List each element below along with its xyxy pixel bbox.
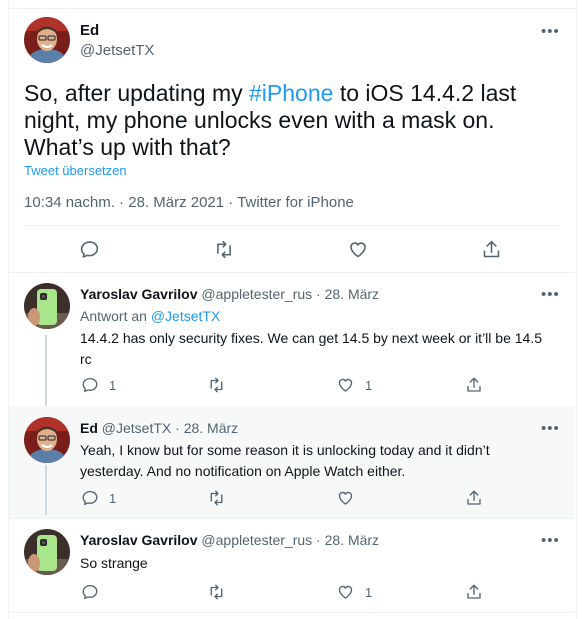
share-button[interactable] <box>465 489 483 507</box>
retweet-icon <box>210 377 223 393</box>
retweet-icon <box>217 240 231 259</box>
separator: · <box>175 420 180 436</box>
like-icon <box>338 491 353 505</box>
share-icon <box>483 240 500 258</box>
reply-text: Yeah, I know but for some reason it is u… <box>80 442 490 479</box>
divider <box>24 225 560 226</box>
top-border <box>8 8 576 9</box>
thread-line <box>45 335 47 410</box>
author-handle[interactable]: @JetsetTX <box>80 42 154 59</box>
share-button[interactable] <box>465 583 483 601</box>
reply-to-line: Antwort an @JetsetTX <box>80 308 220 324</box>
like-button[interactable] <box>336 489 355 507</box>
like-button[interactable]: 1 <box>336 376 372 394</box>
avatar-ed[interactable] <box>24 17 70 63</box>
separator: · <box>316 532 321 548</box>
reply-author-handle[interactable]: @JetsetTX <box>102 420 171 436</box>
reply-icon <box>82 377 98 393</box>
reply-author-handle[interactable]: @appletester_rus <box>201 532 312 548</box>
hashtag-link[interactable]: #iPhone <box>249 80 333 106</box>
like-icon <box>338 378 353 392</box>
share-icon <box>467 490 481 505</box>
retweet-button[interactable] <box>207 583 226 601</box>
avatar-ed[interactable] <box>24 417 70 463</box>
more-options-icon[interactable]: ••• <box>541 287 560 302</box>
like-icon <box>338 585 353 599</box>
retweet-button[interactable] <box>207 489 226 507</box>
reply-icon <box>80 241 99 258</box>
reply-author-name[interactable]: Yaroslav Gavrilov <box>80 532 198 548</box>
like-count: 1 <box>365 377 373 393</box>
reply-header: Yaroslav Gavrilov @appletester_rus · 28.… <box>80 532 379 548</box>
retweet-button[interactable] <box>207 376 226 394</box>
more-options-icon[interactable]: ••• <box>541 24 560 39</box>
like-button[interactable]: 1 <box>336 583 372 601</box>
thread-line <box>45 465 47 515</box>
share-button[interactable] <box>465 376 483 394</box>
reply-date[interactable]: 28. März <box>184 420 238 436</box>
divider <box>9 612 575 613</box>
reply-text: 14.4.2 has only security fixes. We can g… <box>80 330 542 367</box>
separator: · <box>316 286 321 302</box>
reply-icon <box>82 490 98 506</box>
reply-header: Yaroslav Gavrilov @appletester_rus · 28.… <box>80 286 379 302</box>
reply-to-handle-link[interactable]: @JetsetTX <box>151 308 220 324</box>
reply-count: 1 <box>109 377 117 393</box>
reply-author-handle[interactable]: @appletester_rus <box>201 286 312 302</box>
tweet-timestamp[interactable]: 10:34 nachm. · 28. März 2021 · Twitter f… <box>24 194 354 211</box>
more-options-icon[interactable]: ••• <box>541 421 560 436</box>
like-icon <box>350 242 366 258</box>
like-count: 1 <box>365 584 373 600</box>
reply-count: 1 <box>109 490 117 506</box>
translate-tweet-link[interactable]: Tweet übersetzen <box>24 163 127 178</box>
reply-button[interactable] <box>81 583 99 601</box>
reply-author-name[interactable]: Yaroslav Gavrilov <box>80 286 198 302</box>
reply-header: Ed @JetsetTX · 28. März <box>80 420 238 436</box>
divider <box>9 272 575 273</box>
reply-date[interactable]: 28. März <box>325 532 379 548</box>
author-name[interactable]: Ed <box>80 22 99 39</box>
reply-text: So strange <box>80 555 148 571</box>
share-icon <box>467 377 481 392</box>
more-options-icon[interactable]: ••• <box>541 533 560 548</box>
reply-icon <box>82 584 98 600</box>
reply-date[interactable]: 28. März <box>325 286 379 302</box>
avatar-yaroslav[interactable] <box>24 283 70 329</box>
avatar-yaroslav[interactable] <box>24 529 70 575</box>
reply-button[interactable] <box>79 239 100 260</box>
retweet-button[interactable] <box>213 239 235 260</box>
share-icon <box>467 584 481 599</box>
retweet-icon <box>210 490 223 506</box>
retweet-icon <box>210 584 223 600</box>
reply-button[interactable]: 1 <box>81 376 116 394</box>
tweet-text-before: So, after updating my <box>24 80 250 106</box>
like-button[interactable] <box>347 239 369 260</box>
share-button[interactable] <box>481 239 502 260</box>
reply-to-label: Antwort an <box>80 308 147 324</box>
tweet-text: So, after updating my #iPhone to iOS 14.… <box>24 80 564 161</box>
reply-button[interactable]: 1 <box>81 489 116 507</box>
divider <box>9 518 575 519</box>
reply-author-name[interactable]: Ed <box>80 420 98 436</box>
